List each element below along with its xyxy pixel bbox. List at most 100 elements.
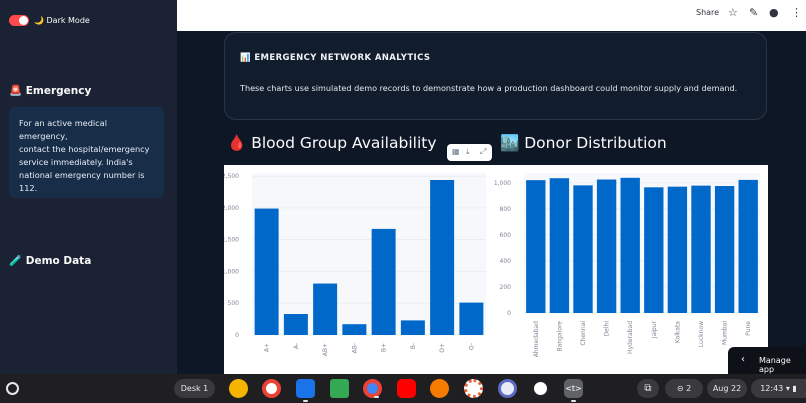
x-tick-label: B+ [381,343,388,352]
blood-group-title: 🩸 Blood Group Availability [227,134,437,152]
notification-tray[interactable]: ⊝ 2 [665,379,703,398]
bar[interactable] [313,283,338,335]
donor-distribution-chart-svg: 0 200 400 600 800 1,000 Ahmedabad Bangalore Chen… [494,173,760,357]
manage-app-button[interactable]: ‹ Manage app [728,347,806,374]
x-tick-label: Kolkata [674,321,681,343]
chatgpt-app-icon[interactable] [531,379,550,398]
manage-app-label: Manage app [759,356,791,374]
running-indicator [374,396,379,398]
bar[interactable] [430,179,455,335]
bar[interactable] [691,185,711,313]
y-tick-label: 600 [500,232,512,239]
x-tick-label: Hyderabad [627,321,634,354]
chevron-left-icon: ‹ [741,354,745,365]
status-tray[interactable]: 12:43 ▾ ▮ [751,379,806,398]
star-icon[interactable]: ☆ [728,7,738,19]
y-tick-label: 2,000 [224,205,239,212]
bar[interactable] [400,320,425,335]
y-tick-label: 500 [228,300,240,307]
notification-count: 2 [686,384,692,393]
x-tick-label: Bangalore [556,321,563,352]
play-store-app-icon[interactable] [330,379,349,398]
toggle-knob [19,16,28,25]
running-indicator [571,400,576,402]
x-tick-label: Mumbai [722,321,729,345]
taskbar: Desk 1 <t> ⧉ ⊝ 2 Aug 22 12:43 ▾ ▮ [0,374,806,403]
gmail-app-icon[interactable] [262,379,281,398]
y-tick-label: 1,000 [224,268,239,275]
chart-toolbar: ▦ ⤓ ⤢ [447,144,492,161]
clock: 12:43 [760,384,784,393]
bar[interactable] [283,314,308,335]
info-line: national emergency number is [19,170,145,180]
x-tick-label: Delhi [604,321,611,337]
analytics-card: 📊 EMERGENCY NETWORK ANALYTICS These char… [224,32,767,120]
main-content: 📊 EMERGENCY NETWORK ANALYTICS These char… [177,31,806,374]
blood-group-chart: 0 500 1,000 1,500 2,000 2,500 A+ A- AB+ AB- B+ B- O+… [224,165,489,374]
terminal-app-icon[interactable]: <t> [564,379,583,402]
info-line: For an active medical emergency, [19,118,107,141]
camera-app-icon[interactable] [229,379,248,398]
x-tick-label: Ahmedabad [533,321,540,357]
y-tick-label: 2,500 [224,173,239,180]
x-tick-label: A- [293,343,300,349]
app-window: 🌙 Dark Mode 🚨 Emergency For an active me… [0,0,806,403]
overview-icon[interactable]: ⧉ [637,379,659,398]
youtube-app-icon[interactable] [397,379,416,398]
running-indicator [303,400,308,402]
bar[interactable] [714,186,735,313]
chrome-app-icon[interactable] [363,379,382,398]
x-tick-label: Pune [745,321,752,336]
emergency-heading: 🚨 Emergency [9,85,92,97]
y-tick-label: 1,500 [224,237,239,244]
demo-data-heading: 🧪 Demo Data [9,255,92,267]
x-tick-label: O+ [439,343,446,353]
battery-icon: ▮ [792,384,797,393]
vscode-app-icon[interactable] [498,379,517,398]
top-bar: Share ☆ ✎ ● ⋮ [177,0,806,31]
info-line: contact the hospital/emergency [19,144,150,154]
x-tick-label: Chennai [580,321,587,346]
y-tick-label: 0 [235,332,239,339]
bar[interactable] [459,302,484,335]
dark-mode-label: 🌙 Dark Mode [34,16,90,25]
y-tick-label: 0 [507,310,511,317]
y-tick-label: 200 [500,284,512,291]
bar[interactable] [573,185,593,313]
x-tick-label: Jaipur [651,320,658,339]
x-tick-label: B- [410,343,417,349]
table-view-icon[interactable]: ▦ [452,147,460,156]
bar[interactable] [254,208,279,335]
wifi-icon: ▾ [785,384,790,393]
bar[interactable] [371,228,396,335]
y-tick-label: 400 [500,258,512,265]
launcher-icon[interactable] [6,382,19,395]
edit-icon[interactable]: ✎ [749,7,758,19]
info-line: 112. [19,183,38,193]
dnd-icon: ⊝ [676,384,684,393]
emergency-info-box: For an active medical emergency, contact… [9,107,164,198]
bar[interactable] [342,324,367,335]
blood-group-chart-svg: 0 500 1,000 1,500 2,000 2,500 A+ A- AB+ AB- B+ B- O+… [224,173,486,356]
files-app-icon[interactable] [296,379,315,402]
bar[interactable] [644,187,664,313]
donor-distribution-title: 🏙️ Donor Distribution [500,134,667,152]
vlc-app-icon[interactable] [430,379,449,398]
bar[interactable] [620,177,640,313]
bar[interactable] [738,179,758,313]
desk-switcher[interactable]: Desk 1 [174,379,215,398]
fullscreen-icon[interactable]: ⤢ [480,147,486,157]
dark-mode-toggle[interactable] [9,15,29,26]
bar[interactable] [667,186,688,313]
bar[interactable] [526,180,546,313]
date-pill[interactable]: Aug 22 [707,379,747,398]
x-tick-label: AB- [351,343,358,353]
claude-app-icon[interactable] [464,379,483,398]
share-button[interactable]: Share [696,8,719,17]
more-menu-icon[interactable]: ⋮ [791,7,802,19]
sidebar: 🌙 Dark Mode 🚨 Emergency For an active me… [0,0,177,374]
bar[interactable] [549,178,570,313]
bar[interactable] [596,179,617,313]
download-icon[interactable]: ⤓ [466,147,470,157]
github-icon[interactable]: ● [769,7,779,19]
